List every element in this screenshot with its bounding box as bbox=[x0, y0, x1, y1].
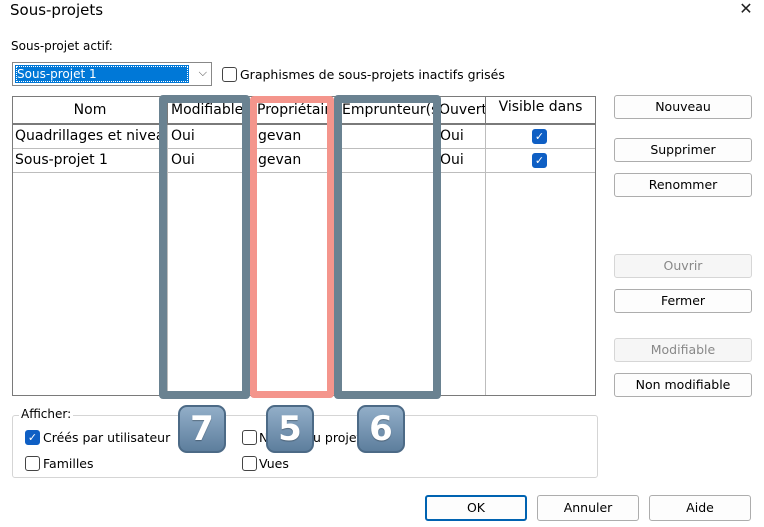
annotation-badge-6: 6 bbox=[357, 405, 405, 453]
project-standards-label-end: u projet bbox=[313, 430, 362, 445]
row-visible-cell: ✓ bbox=[486, 149, 595, 172]
new-button[interactable]: Nouveau bbox=[614, 95, 752, 119]
close-icon[interactable]: ✕ bbox=[736, 0, 756, 19]
window-title: Sous-projets bbox=[10, 1, 104, 19]
annotation-frame-borrowers bbox=[334, 95, 441, 399]
visible-checkbox[interactable]: ✓ bbox=[532, 153, 547, 168]
families-checkbox[interactable] bbox=[25, 456, 40, 471]
user-created-label: Créés par utilisateur bbox=[43, 430, 171, 445]
views-label: Vues bbox=[259, 456, 289, 471]
user-created-checkbox[interactable]: ✓ bbox=[25, 430, 40, 445]
help-button[interactable]: Aide bbox=[649, 495, 751, 521]
families-label: Familles bbox=[43, 456, 94, 471]
column-divider bbox=[485, 172, 486, 395]
annotation-frame-editable bbox=[159, 95, 250, 399]
annotation-badge-7: 7 bbox=[178, 405, 226, 453]
editable-button[interactable]: Modifiable bbox=[614, 338, 752, 362]
not-editable-button[interactable]: Non modifiable bbox=[614, 373, 752, 397]
ok-button[interactable]: OK bbox=[425, 495, 527, 521]
gray-inactive-checkbox[interactable] bbox=[222, 67, 237, 82]
row-name: Sous-projet 1 bbox=[13, 149, 168, 172]
row-open[interactable]: Oui bbox=[439, 149, 486, 172]
annotation-frame-owner bbox=[250, 96, 334, 398]
column-header-name[interactable]: Nom bbox=[13, 97, 168, 123]
row-name: Quadrillages et niveaux bbox=[13, 125, 168, 148]
show-filter-label: Afficher: bbox=[19, 407, 74, 421]
open-button[interactable]: Ouvrir bbox=[614, 254, 752, 278]
delete-button[interactable]: Supprimer bbox=[614, 138, 752, 162]
views-checkbox[interactable] bbox=[242, 456, 257, 471]
cancel-button[interactable]: Annuler bbox=[537, 495, 639, 521]
column-header-visible[interactable]: Visible dans bbox=[486, 97, 595, 123]
rename-button[interactable]: Renommer bbox=[614, 173, 752, 197]
close-button[interactable]: Fermer bbox=[614, 289, 752, 313]
chevron-down-icon[interactable]: ⌵ bbox=[199, 66, 207, 80]
active-subproject-value: Sous-projet 1 bbox=[15, 65, 189, 83]
row-visible-cell: ✓ bbox=[486, 125, 595, 148]
active-subproject-select[interactable]: Sous-projet 1 ⌵ bbox=[12, 62, 212, 86]
column-header-open[interactable]: Ouvert bbox=[439, 97, 486, 123]
row-open[interactable]: Oui bbox=[439, 125, 486, 148]
visible-checkbox[interactable]: ✓ bbox=[532, 129, 547, 144]
project-standards-checkbox[interactable] bbox=[242, 430, 257, 445]
gray-inactive-label: Graphismes de sous-projets inactifs gris… bbox=[240, 67, 505, 82]
annotation-badge-5: 5 bbox=[266, 405, 314, 453]
active-subproject-label: Sous-projet actif: bbox=[11, 39, 113, 53]
